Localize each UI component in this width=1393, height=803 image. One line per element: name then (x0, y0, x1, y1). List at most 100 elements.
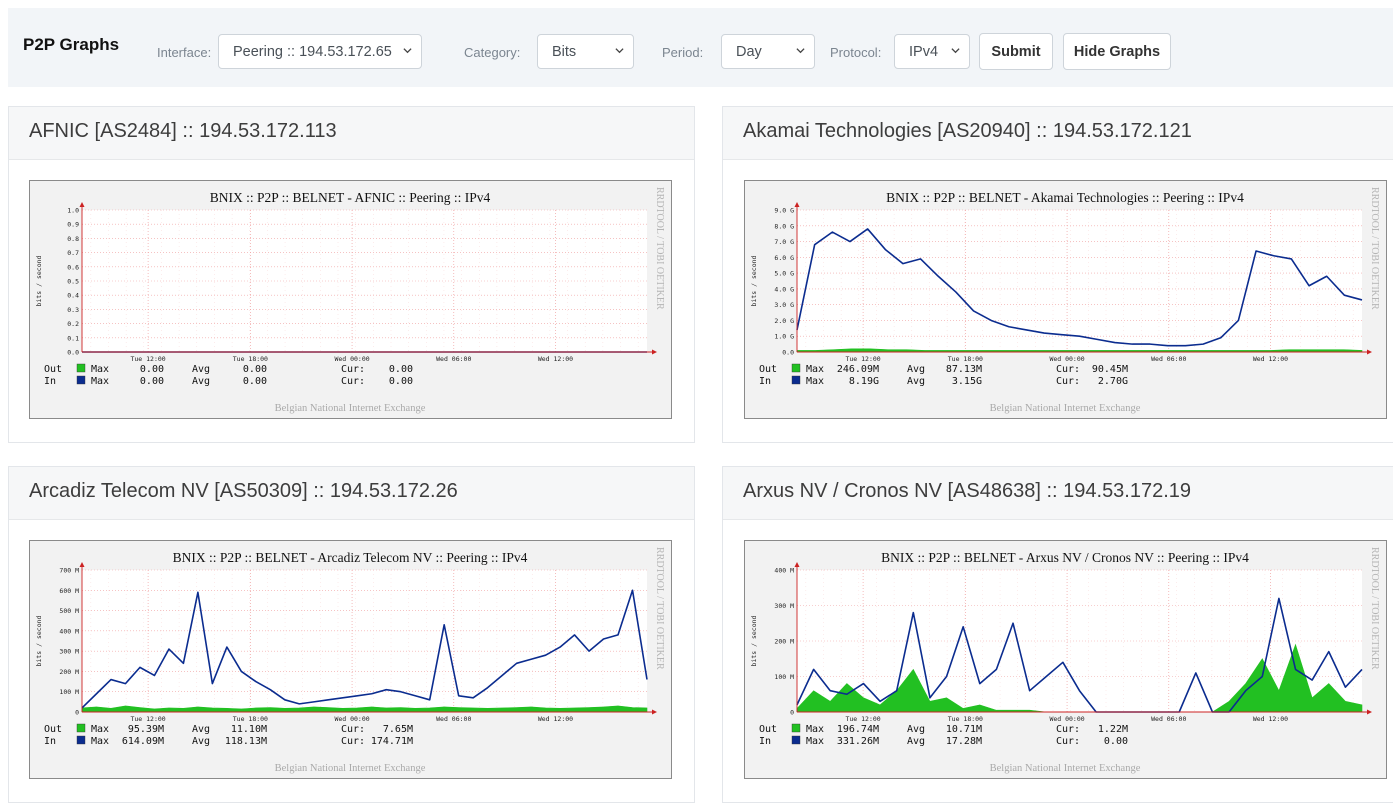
y-axis-arrow (79, 562, 85, 567)
protocol-select-value: IPv4 (909, 43, 939, 60)
legend-series-label: Out (759, 364, 777, 375)
legend-swatch (76, 375, 86, 385)
category-select[interactable]: Bits (537, 34, 634, 69)
legend-series-label: Out (759, 724, 777, 735)
legend-cur-value: 174.71M (371, 736, 413, 747)
y-tick-label: 0.2 (67, 320, 79, 328)
legend-cur-value: 1.22M (1098, 724, 1128, 735)
graph-panel-arcadiz: Arcadiz Telecom NV [AS50309] :: 194.53.1… (8, 466, 695, 803)
y-tick-label: 0.7 (67, 249, 79, 257)
x-axis-arrow (652, 709, 657, 715)
x-axis-arrow (1367, 349, 1372, 355)
graph-title: BNIX :: P2P :: BELNET - Arcadiz Telecom … (173, 550, 528, 565)
legend-max-value: 0.00 (140, 376, 164, 387)
x-tick-label: Wed 12:00 (538, 715, 573, 723)
graph-footer: Belgian National Internet Exchange (275, 763, 426, 774)
legend-max-label: Max (91, 376, 109, 387)
legend-avg-value: 11.10M (231, 724, 267, 735)
y-tick-label: 5.0 G (774, 270, 794, 278)
category-select-value: Bits (552, 43, 577, 60)
legend-max-label: Max (806, 724, 824, 735)
y-tick-label: 8.0 G (774, 222, 794, 230)
chevron-down-icon (615, 48, 624, 54)
legend-swatch (791, 375, 801, 385)
graph-footer: Belgian National Internet Exchange (275, 403, 426, 414)
legend-cur-label: Cur: (341, 724, 365, 735)
y-tick-label: 1.0 (67, 207, 79, 215)
x-axis-arrow (1367, 709, 1372, 715)
legend-cur-value: 0.00 (1104, 736, 1128, 747)
y-tick-label: 100 M (774, 673, 794, 681)
legend-avg-label: Avg (907, 364, 925, 375)
x-tick-label: Tue 18:00 (233, 355, 268, 363)
graph-title: BNIX :: P2P :: BELNET - Akamai Technolog… (886, 190, 1244, 205)
graph-panel-akamai: Akamai Technologies [AS20940] :: 194.53.… (722, 106, 1393, 443)
y-tick-label: 0.0 (67, 349, 79, 357)
y-tick-label: 400 M (59, 627, 79, 635)
legend-cur-value: 2.70G (1098, 376, 1128, 387)
y-tick-label: 0 (75, 709, 79, 717)
graph-panel-arxus: Arxus NV / Cronos NV [AS48638] :: 194.53… (722, 466, 1393, 803)
period-select-value: Day (736, 43, 762, 60)
y-tick-label: 0.6 (67, 263, 79, 271)
graph-footer: Belgian National Internet Exchange (990, 763, 1141, 774)
legend-max-value: 95.39M (128, 724, 164, 735)
panel-heading: Arcadiz Telecom NV [AS50309] :: 194.53.1… (9, 467, 694, 520)
legend-cur-value: 0.00 (389, 376, 413, 387)
traffic-graph[interactable]: BNIX :: P2P :: BELNET - Arcadiz Telecom … (29, 540, 672, 779)
legend-avg-label: Avg (907, 736, 925, 747)
legend-series-label: In (44, 736, 56, 747)
legend-avg-label: Avg (192, 736, 210, 747)
graph-canvas: BNIX :: P2P :: BELNET - Akamai Technolog… (750, 187, 1380, 414)
legend-max-value: 246.09M (837, 364, 879, 375)
legend-avg-value: 0.00 (243, 364, 267, 375)
y-axis-label: bits / second (750, 255, 758, 306)
traffic-graph[interactable]: BNIX :: P2P :: BELNET - AFNIC :: Peering… (29, 180, 672, 419)
y-tick-label: 0.1 (67, 334, 79, 342)
y-tick-label: 0.9 (67, 221, 79, 229)
legend-max-value: 614.09M (122, 736, 164, 747)
plot-area (797, 210, 1362, 352)
x-tick-label: Wed 12:00 (1253, 715, 1288, 723)
panel-heading: AFNIC [AS2484] :: 194.53.172.113 (9, 107, 694, 160)
y-tick-label: 400 M (774, 567, 794, 575)
rrdtool-watermark: RRDTOOL / TOBI OETIKER (654, 547, 665, 670)
x-axis-arrow (652, 349, 657, 355)
legend-series-label: Out (44, 724, 62, 735)
legend-swatch (76, 735, 86, 745)
submit-button[interactable]: Submit (979, 33, 1053, 70)
x-tick-label: Tue 18:00 (948, 355, 983, 363)
x-tick-label: Tue 18:00 (948, 715, 983, 723)
legend-max-label: Max (91, 364, 109, 375)
legend-max-value: 0.00 (140, 364, 164, 375)
y-axis-arrow (794, 562, 800, 567)
y-tick-label: 6.0 G (774, 254, 794, 262)
legend-max-value: 331.26M (837, 736, 879, 747)
x-tick-label: Wed 06:00 (436, 715, 471, 723)
x-tick-label: Wed 06:00 (436, 355, 471, 363)
graph-canvas: BNIX :: P2P :: BELNET - Arcadiz Telecom … (35, 547, 665, 774)
protocol-label: Protocol: (830, 45, 882, 60)
traffic-graph[interactable]: BNIX :: P2P :: BELNET - Akamai Technolog… (744, 180, 1387, 419)
legend-avg-label: Avg (907, 376, 925, 387)
category-label: Category: (464, 45, 521, 60)
y-tick-label: 100 M (59, 688, 79, 696)
filter-toolbar: P2P Graphs Interface: Peering :: 194.53.… (8, 8, 1393, 87)
y-axis-label: bits / second (750, 615, 758, 666)
x-tick-label: Tue 12:00 (130, 355, 165, 363)
period-label: Period: (662, 45, 704, 60)
legend-max-label: Max (806, 376, 824, 387)
legend-series-label: Out (44, 364, 62, 375)
hide-graphs-button[interactable]: Hide Graphs (1063, 33, 1171, 70)
protocol-select[interactable]: IPv4 (894, 34, 970, 69)
graph-canvas: BNIX :: P2P :: BELNET - Arxus NV / Crono… (750, 547, 1380, 774)
interface-select[interactable]: Peering :: 194.53.172.65 (218, 34, 422, 69)
graph-title: BNIX :: P2P :: BELNET - Arxus NV / Crono… (881, 550, 1249, 565)
period-select[interactable]: Day (721, 34, 815, 69)
graph-title: BNIX :: P2P :: BELNET - AFNIC :: Peering… (210, 190, 491, 205)
traffic-graph[interactable]: BNIX :: P2P :: BELNET - Arxus NV / Crono… (744, 540, 1387, 779)
x-tick-label: Wed 00:00 (1049, 355, 1084, 363)
legend-avg-value: 17.28M (946, 736, 982, 747)
y-tick-label: 600 M (59, 587, 79, 595)
chevron-down-icon (796, 48, 805, 54)
